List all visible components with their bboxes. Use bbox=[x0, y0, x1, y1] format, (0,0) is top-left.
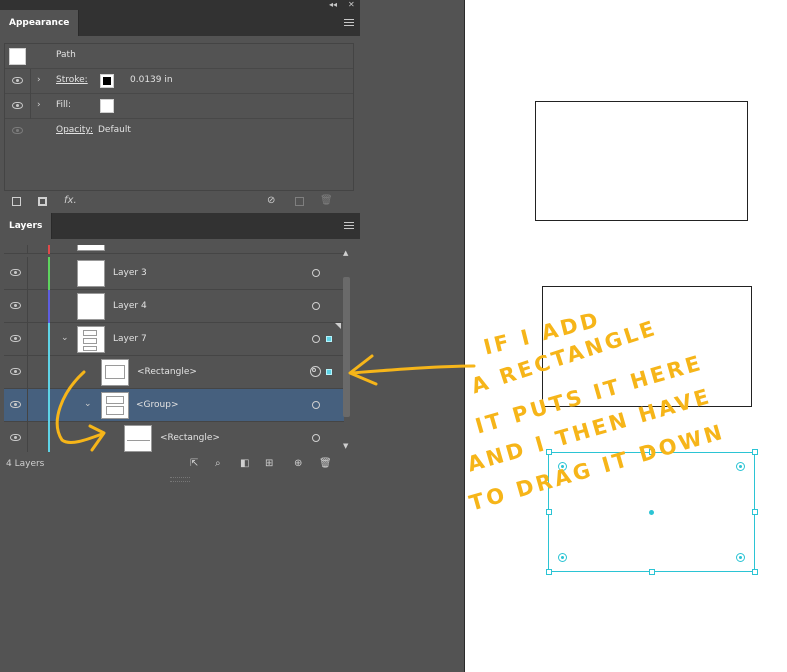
annotation-arrows bbox=[55, 354, 476, 452]
